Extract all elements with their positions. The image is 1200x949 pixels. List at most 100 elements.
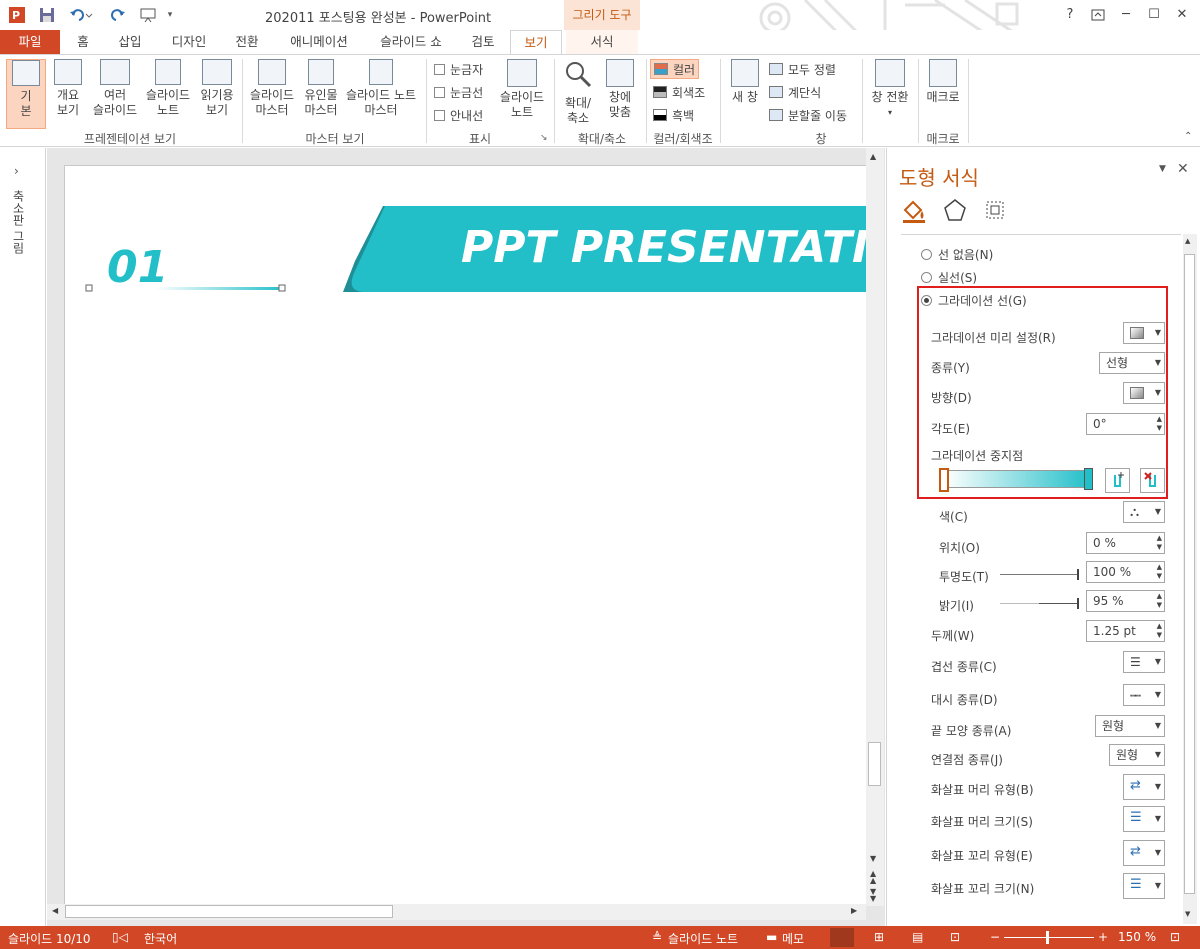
undo-icon[interactable]	[66, 5, 96, 25]
macros-button[interactable]: 매크로	[922, 59, 964, 105]
stop-brightness-input[interactable]: 95 % ▲ ▼	[1086, 590, 1165, 612]
notes-master-button[interactable]: 슬라이드 노트 마스터	[342, 59, 420, 118]
slide-master-button[interactable]: 슬라이드 마스터	[246, 59, 298, 118]
tab-review[interactable]: 검토	[462, 30, 504, 54]
tab-transitions[interactable]: 전환	[226, 30, 268, 54]
color-mode-button[interactable]: 컬러	[650, 59, 700, 79]
scroll-up-icon[interactable]: ▲	[1185, 237, 1190, 245]
reading-view-status-icon[interactable]: ▤	[912, 930, 923, 944]
move-split-button[interactable]: 분할줄 이동	[766, 105, 850, 125]
start-slideshow-icon[interactable]	[136, 5, 166, 25]
save-icon[interactable]	[36, 5, 58, 25]
zoom-slider-thumb[interactable]	[1046, 931, 1049, 944]
transparency-slider-track[interactable]	[1000, 574, 1078, 575]
end-arrow-size-dropdown[interactable]: ☰ ▼	[1123, 873, 1165, 899]
stop-color-dropdown[interactable]: ⛬ ▼	[1123, 501, 1165, 523]
gridlines-checkbox[interactable]: 눈금선	[434, 84, 483, 101]
tab-slideshow[interactable]: 슬라이드 쇼	[370, 30, 452, 54]
scroll-up-icon[interactable]: ▲	[870, 152, 876, 161]
scroll-right-icon[interactable]: ▶	[851, 906, 857, 915]
slideshow-status-icon[interactable]: ⊡	[950, 930, 960, 944]
expand-thumbnails-icon[interactable]: ›	[14, 164, 19, 178]
guides-checkbox[interactable]: 안내선	[434, 107, 483, 124]
status-comments-button[interactable]: 메모	[782, 930, 804, 947]
arrange-all-button[interactable]: 모두 정렬	[766, 59, 839, 79]
status-notes-button[interactable]: 슬라이드 노트	[668, 930, 738, 947]
slide-canvas[interactable]: 01 PPT PRESENTATION	[64, 165, 866, 906]
size-properties-icon[interactable]	[983, 198, 1007, 225]
black-white-button[interactable]: 흑백	[650, 105, 697, 125]
pane-scrollbar[interactable]: ▲ ▼	[1183, 234, 1197, 924]
spinner-arrows-icon[interactable]: ▲ ▼	[1157, 534, 1162, 552]
fit-to-window-button[interactable]: 창에 맞춤	[600, 59, 640, 120]
vertical-scrollbar[interactable]: ▲ ▼ ▲ ▲ ▼ ▼	[866, 148, 884, 906]
zoom-out-icon[interactable]: −	[990, 930, 1000, 944]
stop-transparency-input[interactable]: 100 % ▲ ▼	[1086, 561, 1165, 583]
stop-position-input[interactable]: 0 % ▲ ▼	[1086, 532, 1165, 554]
join-type-dropdown[interactable]: 원형 ▼	[1109, 744, 1165, 766]
brightness-slider-thumb[interactable]	[1077, 598, 1079, 609]
begin-arrow-type-dropdown[interactable]: ⇄ ▼	[1123, 774, 1165, 800]
zoom-in-icon[interactable]: +	[1098, 930, 1108, 944]
tab-format[interactable]: 서식	[566, 30, 638, 54]
pane-close-icon[interactable]: ✕	[1177, 161, 1189, 177]
compound-type-dropdown[interactable]: ☰ ▼	[1123, 651, 1165, 673]
selection-handle-right[interactable]	[278, 284, 286, 292]
selection-handle-left[interactable]	[85, 284, 93, 292]
effects-pentagon-icon[interactable]	[943, 198, 967, 225]
cascade-button[interactable]: 계단식	[766, 82, 824, 102]
slide-sorter-status-icon[interactable]: ⊞	[874, 930, 884, 944]
spinner-arrows-icon[interactable]: ▲ ▼	[1157, 622, 1162, 640]
transparency-slider-thumb[interactable]	[1077, 569, 1079, 580]
line-width-input[interactable]: 1.25 pt ▲ ▼	[1086, 620, 1165, 642]
notes-toggle-button[interactable]: 슬라이드 노트	[496, 59, 548, 120]
language-label[interactable]: 한국어	[144, 930, 177, 947]
scroll-down-icon[interactable]: ▼	[870, 854, 876, 863]
next-slide-icon[interactable]: ▼ ▼	[870, 888, 876, 903]
slide-number-text[interactable]: 01	[107, 242, 168, 293]
tab-design[interactable]: 디자인	[162, 30, 216, 54]
notes-page-button[interactable]: 슬라이드 노트	[142, 59, 194, 118]
horizontal-scroll-thumb[interactable]	[65, 905, 393, 918]
normal-view-status-icon[interactable]	[830, 928, 854, 947]
solid-line-radio[interactable]: 실선(S)	[921, 269, 977, 286]
minimize-button[interactable]: ─	[1114, 4, 1138, 26]
thumbnail-pane[interactable]	[0, 148, 46, 926]
previous-slide-icon[interactable]: ▲ ▲	[870, 870, 876, 885]
tab-home[interactable]: 홈	[66, 30, 100, 54]
begin-arrow-size-dropdown[interactable]: ☰ ▼	[1123, 806, 1165, 832]
zoom-button[interactable]: 확대/ 축소	[558, 59, 598, 126]
outline-view-button[interactable]: 개요 보기	[50, 59, 86, 118]
tab-insert[interactable]: 삽입	[110, 30, 150, 54]
collapse-ribbon-icon[interactable]: ⌃	[1184, 131, 1192, 142]
scroll-left-icon[interactable]: ◀	[52, 906, 58, 915]
help-button[interactable]: ?	[1058, 4, 1082, 26]
slide-sorter-button[interactable]: 여러 슬라이드	[90, 59, 140, 118]
spinner-arrows-icon[interactable]: ▲ ▼	[1157, 563, 1162, 581]
no-line-radio[interactable]: 선 없음(N)	[921, 246, 993, 263]
maximize-button[interactable]: ☐	[1142, 4, 1166, 26]
tab-view[interactable]: 보기	[510, 30, 562, 55]
notes-toggle-icon[interactable]: ≜	[652, 930, 662, 944]
ruler-checkbox[interactable]: 눈금자	[434, 61, 483, 78]
redo-icon[interactable]	[106, 5, 128, 25]
gradient-line-shape[interactable]	[155, 287, 285, 290]
close-button[interactable]: ✕	[1170, 4, 1194, 26]
normal-view-button[interactable]: 기 본	[6, 59, 46, 129]
reading-view-button[interactable]: 읽기용 보기	[196, 59, 238, 118]
end-arrow-type-dropdown[interactable]: ⇄ ▼	[1123, 840, 1165, 866]
horizontal-scrollbar[interactable]: ◀ ▶	[47, 904, 866, 920]
zoom-slider-track[interactable]	[1004, 937, 1094, 938]
scroll-down-icon[interactable]: ▼	[1185, 910, 1190, 918]
tab-file[interactable]: 파일	[0, 30, 60, 54]
pane-scroll-thumb[interactable]	[1184, 254, 1195, 894]
show-dialog-launcher-icon[interactable]: ↘	[540, 133, 548, 143]
pane-options-icon[interactable]: ▼	[1159, 164, 1166, 174]
vertical-scroll-thumb[interactable]	[868, 742, 881, 786]
cap-type-dropdown[interactable]: 원형 ▼	[1095, 715, 1165, 737]
ribbon-display-options-icon[interactable]	[1086, 4, 1110, 26]
tab-animations[interactable]: 애니메이션	[278, 30, 360, 54]
customize-toolbar-icon[interactable]: ▾	[164, 5, 176, 25]
zoom-level[interactable]: 150 %	[1118, 930, 1156, 944]
spinner-arrows-icon[interactable]: ▲ ▼	[1157, 592, 1162, 610]
